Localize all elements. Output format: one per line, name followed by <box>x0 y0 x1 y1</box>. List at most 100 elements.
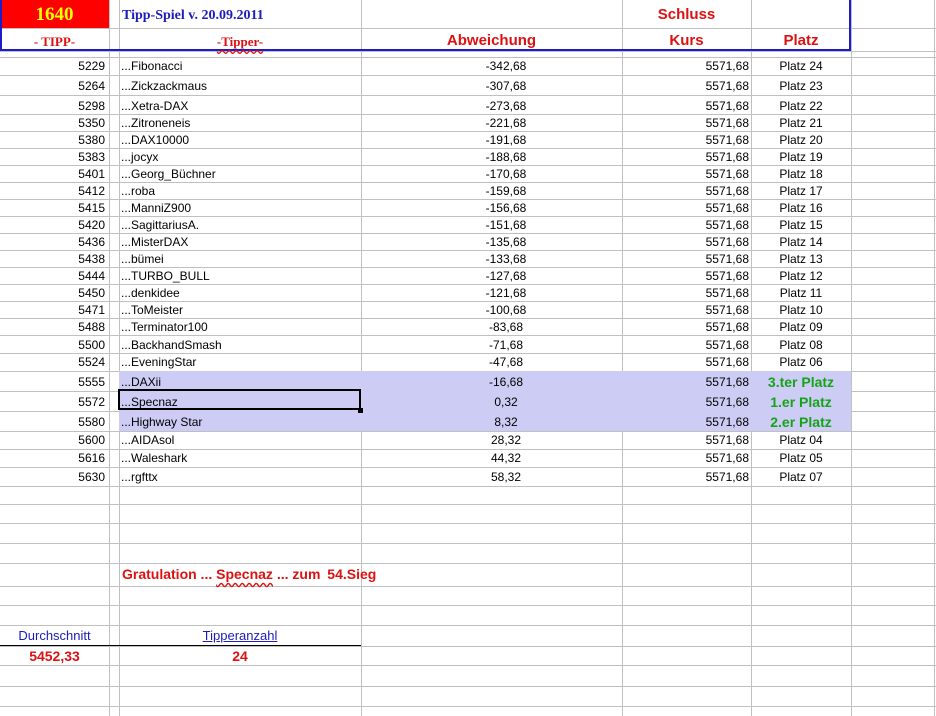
abweichung-cell[interactable]: -133,68 <box>361 251 651 267</box>
abweichung-cell[interactable]: -135,68 <box>361 234 651 250</box>
platz-cell[interactable]: Platz 18 <box>751 166 851 182</box>
tipper-cell[interactable]: ...Waleshark <box>121 450 187 466</box>
abweichung-cell[interactable]: -170,68 <box>361 166 651 182</box>
abweichung-cell[interactable]: 0,32 <box>361 394 651 410</box>
abweichung-cell[interactable]: -188,68 <box>361 149 651 165</box>
tipp-cell[interactable]: 5488 <box>0 319 105 335</box>
platz-winner-cell[interactable]: 3.ter Platz <box>751 374 851 390</box>
tipp-cell[interactable]: 5630 <box>0 469 105 485</box>
kurs-cell[interactable]: 5571,68 <box>622 78 749 94</box>
tipper-cell[interactable]: ...Georg_Büchner <box>121 166 216 182</box>
tipper-cell[interactable]: ...Zickzackmaus <box>121 78 207 94</box>
abweichung-cell[interactable]: 8,32 <box>361 414 651 430</box>
durchschnitt-label[interactable]: Durchschnitt <box>0 628 109 644</box>
tipp-cell[interactable]: 5436 <box>0 234 105 250</box>
platz-cell[interactable]: Platz 07 <box>751 469 851 485</box>
kurs-cell[interactable]: 5571,68 <box>622 432 749 448</box>
tipper-cell[interactable]: ...DAX10000 <box>121 132 189 148</box>
tipper-cell[interactable]: ...ManniZ900 <box>121 200 191 216</box>
kurs-cell[interactable]: 5571,68 <box>622 450 749 466</box>
tipper-cell[interactable]: ...AIDAsol <box>121 432 174 448</box>
tipp-cell[interactable]: 5616 <box>0 450 105 466</box>
kurs-cell[interactable]: 5571,68 <box>622 414 749 430</box>
platz-cell[interactable]: Platz 14 <box>751 234 851 250</box>
kurs-cell[interactable]: 5571,68 <box>622 183 749 199</box>
kurs-cell[interactable]: 5571,68 <box>622 166 749 182</box>
kurs-cell[interactable]: 5571,68 <box>622 374 749 390</box>
kurs-cell[interactable]: 5571,68 <box>622 58 749 74</box>
tipper-cell[interactable]: ...ToMeister <box>121 302 183 318</box>
abweichung-cell[interactable]: 44,32 <box>361 450 651 466</box>
abweichung-cell[interactable]: -273,68 <box>361 98 651 114</box>
platz-cell[interactable]: Platz 23 <box>751 78 851 94</box>
platz-cell[interactable]: Platz 16 <box>751 200 851 216</box>
kurs-cell[interactable]: 5571,68 <box>622 234 749 250</box>
tipp-cell[interactable]: 5298 <box>0 98 105 114</box>
tipper-cell[interactable]: ...roba <box>121 183 155 199</box>
tipper-cell[interactable]: ...MisterDAX <box>121 234 188 250</box>
abweichung-cell[interactable]: 28,32 <box>361 432 651 448</box>
tipp-cell[interactable]: 5380 <box>0 132 105 148</box>
tipper-cell[interactable]: ...bümei <box>121 251 164 267</box>
tipper-cell[interactable]: ...Xetra-DAX <box>121 98 188 114</box>
tipper-cell[interactable]: ...EveningStar <box>121 354 196 370</box>
platz-cell[interactable]: Platz 06 <box>751 354 851 370</box>
tipp-cell[interactable]: 5450 <box>0 285 105 301</box>
platz-cell[interactable]: Platz 17 <box>751 183 851 199</box>
tipp-cell[interactable]: 5420 <box>0 217 105 233</box>
abweichung-cell[interactable]: -159,68 <box>361 183 651 199</box>
abweichung-cell[interactable]: -16,68 <box>361 374 651 390</box>
header-schluss[interactable]: Schluss <box>622 7 751 23</box>
abweichung-cell[interactable]: -83,68 <box>361 319 651 335</box>
tipper-cell[interactable]: ...TURBO_BULL <box>121 268 210 284</box>
tipp-cell[interactable]: 5229 <box>0 58 105 74</box>
kurs-cell[interactable]: 5571,68 <box>622 268 749 284</box>
fill-handle[interactable] <box>358 408 363 413</box>
abweichung-cell[interactable]: -151,68 <box>361 217 651 233</box>
abweichung-cell[interactable]: -100,68 <box>361 302 651 318</box>
platz-winner-cell[interactable]: 1.er Platz <box>751 394 851 410</box>
kurs-cell[interactable]: 5571,68 <box>622 200 749 216</box>
tipp-cell[interactable]: 5401 <box>0 166 105 182</box>
tipp-cell[interactable]: 5412 <box>0 183 105 199</box>
kurs-cell[interactable]: 5571,68 <box>622 469 749 485</box>
tipp-cell[interactable]: 5415 <box>0 200 105 216</box>
platz-cell[interactable]: Platz 21 <box>751 115 851 131</box>
kurs-cell[interactable]: 5571,68 <box>622 251 749 267</box>
abweichung-cell[interactable]: -221,68 <box>361 115 651 131</box>
tipp-cell[interactable]: 5264 <box>0 78 105 94</box>
platz-cell[interactable]: Platz 11 <box>751 285 851 301</box>
tipp-cell[interactable]: 5438 <box>0 251 105 267</box>
selected-cell-cursor[interactable] <box>118 389 361 410</box>
abweichung-cell[interactable]: -191,68 <box>361 132 651 148</box>
tipperanzahl-value[interactable]: 24 <box>119 648 361 664</box>
kurs-cell[interactable]: 5571,68 <box>622 149 749 165</box>
platz-cell[interactable]: Platz 08 <box>751 337 851 353</box>
tipp-cell[interactable]: 5350 <box>0 115 105 131</box>
abweichung-cell[interactable]: -156,68 <box>361 200 651 216</box>
abweichung-cell[interactable]: -342,68 <box>361 58 651 74</box>
column-header-platz[interactable]: Platz <box>751 33 851 49</box>
tipp-cell[interactable]: 5580 <box>0 414 105 430</box>
platz-cell[interactable]: Platz 20 <box>751 132 851 148</box>
tipper-cell[interactable]: ...DAXii <box>121 374 161 390</box>
tipperanzahl-label[interactable]: Tipperanzahl <box>119 628 361 644</box>
platz-cell[interactable]: Platz 22 <box>751 98 851 114</box>
header-top-left-value[interactable]: 1640 <box>0 4 109 26</box>
abweichung-cell[interactable]: -307,68 <box>361 78 651 94</box>
kurs-cell[interactable]: 5571,68 <box>622 217 749 233</box>
congratulation-text[interactable]: Gratulation ... Specnaz ... zum 54.Sieg <box>122 566 376 582</box>
platz-cell[interactable]: Platz 19 <box>751 149 851 165</box>
kurs-cell[interactable]: 5571,68 <box>622 354 749 370</box>
tipper-cell[interactable]: ...SagittariusA. <box>121 217 199 233</box>
tipper-cell[interactable]: ...BackhandSmash <box>121 337 222 353</box>
kurs-cell[interactable]: 5571,68 <box>622 285 749 301</box>
tipp-cell[interactable]: 5572 <box>0 394 105 410</box>
platz-cell[interactable]: Platz 10 <box>751 302 851 318</box>
tipper-cell[interactable]: ...Terminator100 <box>121 319 208 335</box>
abweichung-cell[interactable]: 58,32 <box>361 469 651 485</box>
tipp-cell[interactable]: 5555 <box>0 374 105 390</box>
kurs-cell[interactable]: 5571,68 <box>622 302 749 318</box>
column-header-tipper[interactable]: -Tipper- <box>119 34 361 50</box>
tipper-cell[interactable]: ...jocyx <box>121 149 158 165</box>
